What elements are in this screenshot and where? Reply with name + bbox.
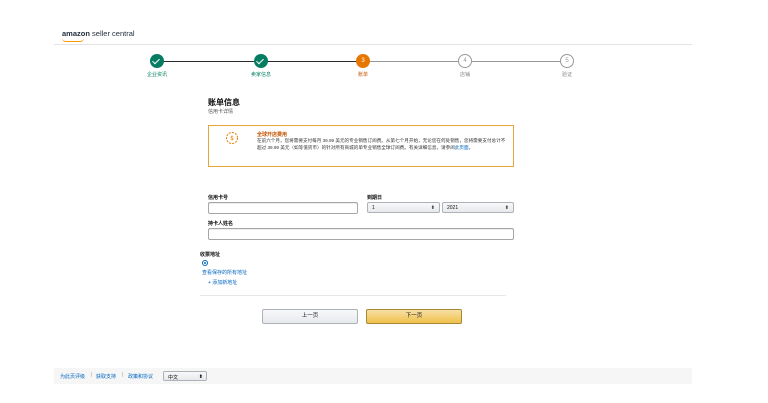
next-button[interactable]: 下一页 bbox=[366, 309, 462, 324]
checkmark-icon bbox=[256, 56, 264, 64]
footer-separator: | bbox=[91, 372, 93, 378]
step-business-info: 企业资讯 bbox=[127, 54, 187, 78]
chevron-updown-icon: ⬍ bbox=[430, 204, 435, 211]
policies-link[interactable]: 政策和协议 bbox=[128, 373, 153, 380]
globe-fee-icon: $ bbox=[226, 132, 238, 144]
rate-page-link[interactable]: 为此页评级 bbox=[60, 373, 85, 380]
page-title: 账单信息 bbox=[208, 98, 240, 107]
step-number-icon: 5 bbox=[560, 54, 574, 68]
footer-bar: 为此页评级 | 获取支持 | 政策和协议 中文 ⬍ bbox=[54, 368, 692, 384]
previous-button[interactable]: 上一页 bbox=[262, 309, 358, 324]
language-select[interactable]: 中文 ⬍ bbox=[163, 371, 207, 381]
amazon-seller-central-logo[interactable]: amazon seller central bbox=[62, 29, 135, 42]
page-subtitle: 信用卡详情 bbox=[208, 109, 234, 115]
card-number-input[interactable] bbox=[208, 202, 358, 214]
this-page-link[interactable]: 此页面 bbox=[455, 145, 469, 150]
chevron-updown-icon: ⬍ bbox=[504, 204, 509, 211]
card-number-label: 信用卡号 bbox=[208, 195, 229, 201]
step-label: 卖家信息 bbox=[250, 72, 271, 78]
step-billing: 3 账单 bbox=[333, 54, 393, 78]
form-divider bbox=[200, 295, 506, 296]
address-radio[interactable] bbox=[202, 260, 208, 266]
logo-suffix: seller central bbox=[92, 29, 135, 38]
step-label: 企业资讯 bbox=[146, 72, 167, 78]
step-number-icon: 4 bbox=[458, 54, 472, 68]
step-number-icon: 3 bbox=[356, 54, 370, 68]
cardholder-name-label: 持卡人姓名 bbox=[208, 221, 234, 227]
step-label: 验证 bbox=[561, 72, 572, 78]
alert-title: 全球开店费用 bbox=[257, 132, 288, 138]
smile-icon bbox=[62, 38, 84, 42]
year-value: 2021 bbox=[447, 205, 459, 211]
progress-stepper: 企业资讯 卖家信息 3 账单 4 店铺 5 验证 bbox=[54, 54, 692, 84]
step-seller-info: 卖家信息 bbox=[231, 54, 291, 78]
alert-text: 在前六个月，您将需要支付每月 39.99 美元的专业销售订阅费。从第七个月开始，… bbox=[257, 138, 507, 151]
logo-brand: amazon bbox=[62, 29, 90, 38]
alert-end: 。 bbox=[468, 144, 474, 150]
main-panel: amazon seller central 企业资讯 卖家信息 3 账单 4 店… bbox=[54, 24, 692, 364]
svg-text:$: $ bbox=[230, 135, 234, 142]
get-support-link[interactable]: 获取支持 bbox=[96, 373, 116, 380]
step-store: 4 店铺 bbox=[435, 54, 495, 78]
fee-alert-box: $ 全球开店费用 在前六个月，您将需要支付每月 39.99 美元的专业销售订阅费… bbox=[208, 125, 514, 167]
step-verification: 5 验证 bbox=[537, 54, 597, 78]
billing-address-label: 收票地址 bbox=[200, 252, 221, 258]
expiry-month-select[interactable]: 1 ⬍ bbox=[367, 202, 440, 213]
step-complete-icon bbox=[150, 54, 164, 68]
footer-separator: | bbox=[122, 372, 124, 378]
add-new-address-link[interactable]: + 添加新地址 bbox=[208, 279, 237, 286]
step-label: 店铺 bbox=[459, 72, 470, 78]
language-value: 中文 bbox=[168, 374, 179, 381]
expiry-label: 到期日 bbox=[367, 195, 383, 201]
expiry-year-select[interactable]: 2021 ⬍ bbox=[442, 202, 514, 213]
top-header: amazon seller central bbox=[54, 24, 692, 45]
show-saved-addresses-link[interactable]: 查看保存的所有地址 bbox=[202, 269, 247, 276]
cardholder-name-input[interactable] bbox=[208, 228, 514, 240]
chevron-updown-icon: ⬍ bbox=[198, 373, 203, 380]
step-label: 账单 bbox=[357, 72, 368, 78]
step-complete-icon bbox=[254, 54, 268, 68]
month-value: 1 bbox=[372, 205, 375, 211]
checkmark-icon bbox=[152, 56, 160, 64]
